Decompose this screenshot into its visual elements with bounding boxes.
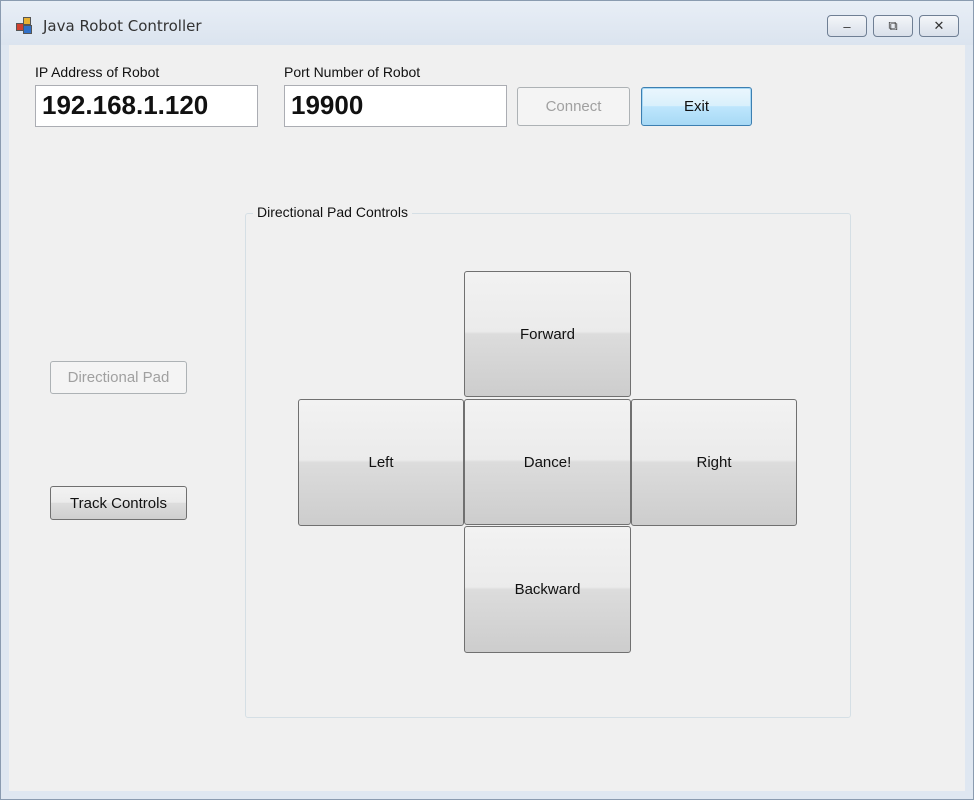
minimize-icon: ‒	[843, 18, 851, 34]
close-button[interactable]: ✕	[919, 15, 959, 37]
ip-address-label: IP Address of Robot	[35, 64, 160, 80]
ip-address-field[interactable]: 192.168.1.120	[35, 85, 258, 127]
dance-button[interactable]: Dance!	[464, 399, 631, 525]
restore-icon: ⧉	[888, 18, 898, 33]
title-bar: Java Robot Controller ‒ ⧉ ✕	[1, 1, 973, 45]
port-number-field[interactable]: 19900	[284, 85, 507, 127]
port-number-label: Port Number of Robot	[284, 64, 421, 80]
left-button[interactable]: Left	[298, 399, 464, 526]
window-title: Java Robot Controller	[43, 17, 202, 35]
forward-button[interactable]: Forward	[464, 271, 631, 397]
exit-button[interactable]: Exit	[641, 87, 752, 126]
main-window: Java Robot Controller ‒ ⧉ ✕ IP Address o…	[0, 0, 974, 800]
close-icon: ✕	[933, 18, 945, 33]
app-icon	[16, 17, 33, 34]
restore-button[interactable]: ⧉	[873, 15, 913, 37]
directional-pad-group-title: Directional Pad Controls	[253, 204, 412, 220]
backward-button[interactable]: Backward	[464, 526, 631, 653]
right-button[interactable]: Right	[631, 399, 797, 526]
client-area: IP Address of Robot 192.168.1.120 Port N…	[9, 45, 965, 791]
directional-pad-button[interactable]: Directional Pad	[50, 361, 187, 394]
minimize-button[interactable]: ‒	[827, 15, 867, 37]
track-controls-button[interactable]: Track Controls	[50, 486, 187, 520]
connect-button[interactable]: Connect	[517, 87, 630, 126]
